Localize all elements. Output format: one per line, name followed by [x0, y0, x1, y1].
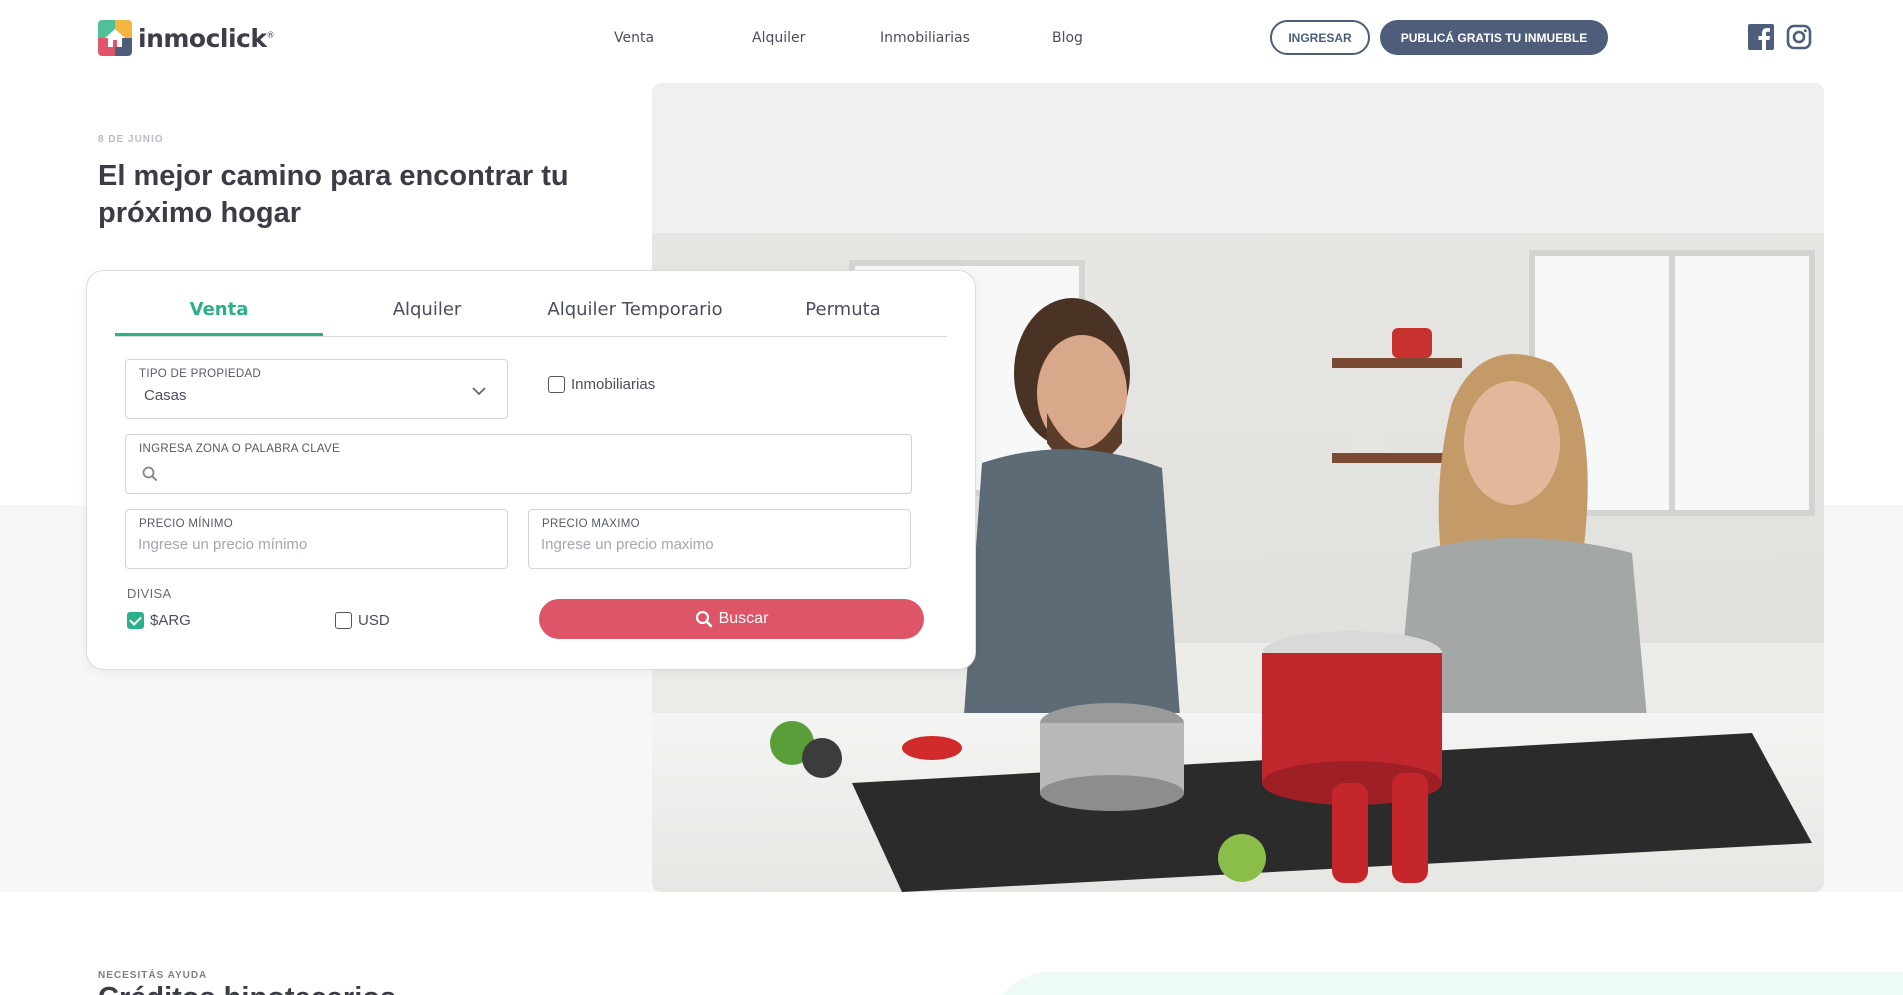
currency-usd-checkbox[interactable]: USD	[335, 612, 390, 629]
logo-mark-icon	[98, 20, 132, 56]
nav-item-blog[interactable]: Blog	[1052, 30, 1083, 46]
property-type-value: Casas	[144, 387, 187, 404]
facebook-icon[interactable]	[1748, 24, 1774, 50]
max-price-label: PRECIO MAXIMO	[542, 518, 640, 530]
chevron-down-icon	[472, 387, 486, 396]
search-icon	[142, 466, 158, 482]
currency-ars-checkbox-box[interactable]	[127, 612, 144, 629]
nav-item-venta[interactable]: Venta	[614, 30, 654, 46]
nav-item-alquiler[interactable]: Alquiler	[752, 30, 805, 46]
property-type-select[interactable]: TIPO DE PROPIEDAD Casas	[125, 359, 508, 419]
min-price-input[interactable]	[138, 536, 481, 553]
max-price-field[interactable]: PRECIO MAXIMO	[528, 509, 911, 569]
brand-trademark: ®	[266, 30, 275, 40]
tab-venta[interactable]: Venta	[115, 289, 323, 336]
property-type-label: TIPO DE PROPIEDAD	[139, 368, 262, 380]
search-button[interactable]: Buscar	[539, 599, 924, 639]
operation-tabs: Venta Alquiler Alquiler Temporario Permu…	[115, 289, 947, 337]
instagram-icon[interactable]	[1786, 24, 1812, 50]
keyword-label: INGRESA ZONA O PALABRA CLAVE	[139, 443, 340, 455]
tab-permuta[interactable]: Permuta	[739, 289, 947, 336]
help-section-background	[990, 972, 1903, 995]
nav-item-inmobiliarias[interactable]: Inmobiliarias	[880, 30, 970, 46]
hero-title: El mejor camino para encontrar tu próxim…	[98, 160, 569, 229]
search-icon	[695, 610, 712, 628]
currency-ars-label: $ARG	[150, 612, 191, 629]
agencies-checkbox[interactable]: Inmobiliarias	[548, 376, 655, 393]
help-eyebrow: NECESITÁS AYUDA	[98, 970, 208, 981]
brand-name: inmoclick	[138, 23, 267, 53]
search-card: Venta Alquiler Alquiler Temporario Permu…	[86, 270, 976, 670]
keyword-input[interactable]	[166, 461, 886, 478]
min-price-label: PRECIO MÍNIMO	[139, 518, 233, 530]
tab-alquiler[interactable]: Alquiler	[323, 289, 531, 336]
publish-property-button[interactable]: PUBLICÁ GRATIS TU INMUEBLE	[1380, 20, 1608, 55]
currency-label: DIVISA	[127, 586, 172, 601]
search-button-label: Buscar	[718, 610, 769, 627]
tab-alquiler-temporario[interactable]: Alquiler Temporario	[531, 289, 739, 336]
currency-usd-label: USD	[358, 612, 390, 629]
currency-ars-checkbox[interactable]: $ARG	[127, 612, 191, 629]
login-button[interactable]: INGRESAR	[1270, 20, 1370, 55]
keyword-search-field[interactable]: INGRESA ZONA O PALABRA CLAVE	[125, 434, 912, 494]
hero-date: 8 DE JUNIO	[98, 134, 164, 145]
max-price-input[interactable]	[541, 536, 884, 553]
brand-logo[interactable]: inmoclick®	[98, 20, 274, 56]
agencies-checkbox-label: Inmobiliarias	[571, 376, 656, 393]
agencies-checkbox-box[interactable]	[548, 376, 565, 393]
min-price-field[interactable]: PRECIO MÍNIMO	[125, 509, 508, 569]
currency-usd-checkbox-box[interactable]	[335, 612, 352, 629]
help-title: Créditos hipotecarios	[98, 984, 396, 995]
